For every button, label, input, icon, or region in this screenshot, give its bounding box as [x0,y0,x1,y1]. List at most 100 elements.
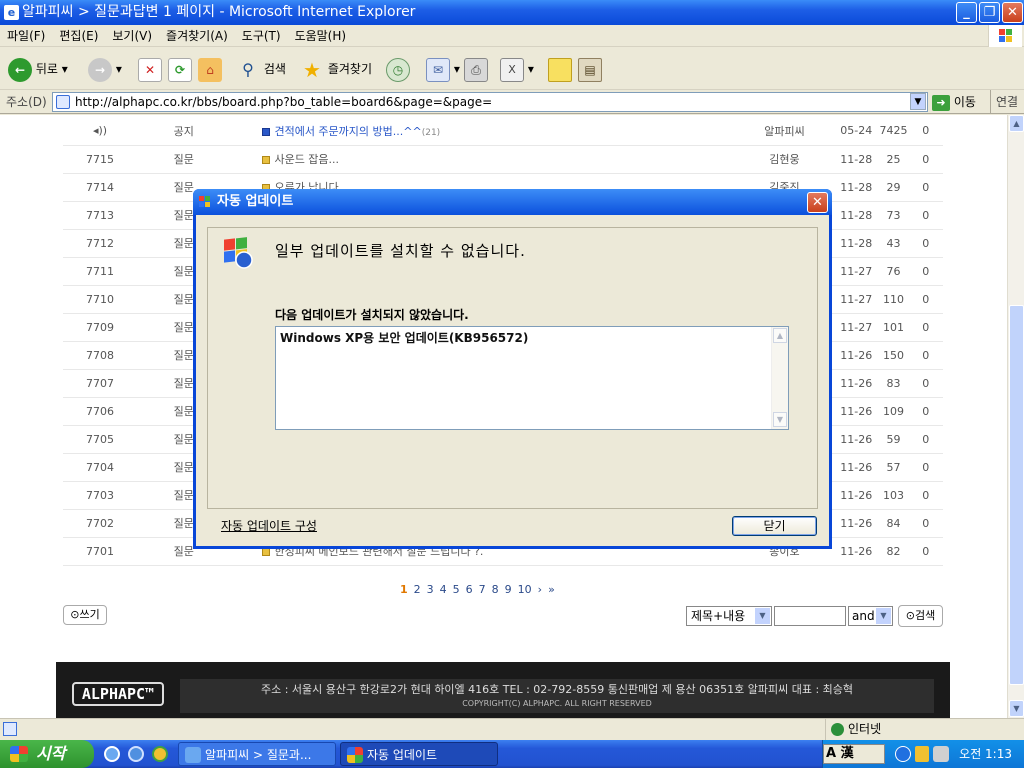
page-link[interactable]: 9 [505,583,512,596]
ime-indicator[interactable]: A 漢 [823,744,885,764]
address-dropdown[interactable]: ▼ [910,93,926,110]
excel-icon: X [500,57,524,82]
print-button[interactable]: ⎙ [464,54,488,84]
row-recommend: 0 [908,453,943,482]
start-button[interactable]: 시작 [0,740,94,768]
dialog-heading: 일부 업데이트를 설치할 수 없습니다. [275,242,526,260]
home-button[interactable]: ⌂ [198,54,222,84]
favorites-label: 즐겨찾기 [327,62,372,76]
notice-title-link[interactable]: 견적에서 주문까지의 방법...^^ [274,125,421,138]
menu-help[interactable]: 도움말(H) [288,25,354,47]
table-row[interactable]: 7715 질문 사운드 잡음... 김현웅 11-28 25 0 [63,145,943,174]
board-search-button[interactable]: ⊙검색 [898,605,943,627]
scroll-down-icon[interactable]: ▼ [1009,700,1024,717]
research-icon: ▤ [578,57,602,82]
post-marker-icon [262,156,271,164]
title-bar[interactable]: e 알파피씨 > 질문과답변 1 페이지 - Microsoft Interne… [0,0,1024,25]
refresh-button[interactable]: ⟳ [168,54,192,84]
go-button[interactable]: ➜ 이동 [932,90,976,114]
row-hits: 84 [878,509,909,538]
notice-row[interactable]: ◂)) 공지 견적에서 주문까지의 방법...^^(21) 알파피씨 05-24… [63,117,943,146]
research-button[interactable]: ▤ [578,54,602,84]
dialog-close-action-button[interactable]: 닫기 [732,516,817,536]
stop-button[interactable]: ✕ [138,54,162,84]
row-recommend: 0 [908,117,943,146]
write-button[interactable]: ⊙쓰기 [63,605,107,625]
ie-quicklaunch-icon[interactable] [104,746,120,762]
search-label: 검색 [263,62,286,76]
page-link[interactable]: 6 [466,583,473,596]
close-button[interactable]: ✕ [1002,2,1023,23]
media-quicklaunch-icon[interactable] [152,746,168,762]
search-input[interactable] [774,606,846,626]
minimize-button[interactable]: _ [956,2,977,23]
page-link[interactable]: 4 [440,583,447,596]
row-number: 7711 [63,257,138,286]
list-scroll-down-icon[interactable]: ▼ [773,412,787,427]
vertical-scrollbar[interactable]: ▲ ▼ [1007,115,1024,718]
row-recommend: 0 [908,313,943,342]
list-scroll-up-icon[interactable]: ▲ [773,328,787,343]
ie-quicklaunch-icon-2[interactable] [128,746,144,762]
clock[interactable]: 오전 1:13 [959,740,1012,768]
security-zone: 인터넷 [825,719,881,741]
back-label: 뒤로 [35,62,58,76]
search-operator-value: and [852,609,875,623]
security-shield-icon[interactable] [915,746,929,762]
menu-file[interactable]: 파일(F) [0,25,52,47]
links-button[interactable]: 연결 [990,90,1018,114]
menu-tools[interactable]: 도구(T) [235,25,288,47]
history-icon: ◷ [386,57,410,82]
row-date: 11-28 [833,145,879,174]
page-last-link[interactable]: » [548,583,555,596]
search-field-value: 제목+내용 [691,609,746,623]
menu-edit[interactable]: 편집(E) [52,25,105,47]
task-ie-label: 알파피씨 > 질문과... [205,748,312,762]
back-button[interactable]: ← 뒤로 ▾ [8,54,68,84]
list-scrollbar[interactable]: ▲ ▼ [771,327,788,429]
go-arrow-icon: ➜ [932,94,950,111]
page-link[interactable]: 7 [479,583,486,596]
edit-button[interactable]: X ▾ [500,54,534,84]
failed-updates-list[interactable]: Windows XP용 보안 업데이트(KB956572) ▲ ▼ [275,326,789,430]
page-link[interactable]: 10 [518,583,532,596]
row-date: 11-27 [833,285,879,314]
task-ie-window[interactable]: 알파피씨 > 질문과... [178,742,336,766]
restore-button[interactable]: ❐ [979,2,1000,23]
ie-task-icon [185,747,201,763]
row-title[interactable]: 사운드 잡음... [274,153,339,166]
address-bar: 주소(D) http://alphapc.co.kr/bbs/board.php… [0,90,1024,114]
task-auto-update[interactable]: 자동 업데이트 [340,742,498,766]
scroll-thumb[interactable] [1009,305,1024,685]
search-field-select[interactable]: 제목+내용 ▼ [686,606,772,626]
menu-view[interactable]: 보기(V) [105,25,159,47]
mail-button[interactable]: ✉ ▾ [426,54,460,84]
address-input[interactable]: http://alphapc.co.kr/bbs/board.php?bo_ta… [52,92,928,112]
refresh-icon: ⟳ [168,57,192,82]
row-author: 김현웅 [735,145,834,174]
scroll-up-icon[interactable]: ▲ [1009,115,1024,132]
page-link[interactable]: 3 [427,583,434,596]
notes-button[interactable] [548,54,572,84]
network-icon[interactable] [933,746,949,762]
page-link[interactable]: 8 [492,583,499,596]
failed-update-item[interactable]: Windows XP용 보안 업데이트(KB956572) [280,329,784,346]
page-link[interactable]: 5 [453,583,460,596]
menu-favorites[interactable]: 즐겨찾기(A) [159,25,235,47]
configure-auto-update-link[interactable]: 자동 업데이트 구성 [221,517,317,534]
row-author[interactable]: 알파피씨 [735,117,834,146]
favorites-button[interactable]: ★ 즐겨찾기 [300,54,372,84]
dialog-subheading: 다음 업데이트가 설치되지 않았습니다. [275,308,469,322]
search-button[interactable]: ⚲ 검색 [236,54,286,84]
page-link[interactable]: 1 [400,583,408,596]
forward-button[interactable]: → ▾ [88,54,122,84]
page-link[interactable]: 2 [414,583,421,596]
search-operator-select[interactable]: and ▼ [848,606,893,626]
dialog-close-button[interactable]: ✕ [807,192,828,213]
tray-arrow-icon[interactable] [895,746,911,762]
ie-icon: e [4,5,19,20]
row-hits: 82 [878,537,909,566]
dialog-title-bar[interactable]: 자동 업데이트 [193,189,832,215]
page-next-link[interactable]: › [538,583,542,596]
history-button[interactable]: ◷ [386,54,410,84]
